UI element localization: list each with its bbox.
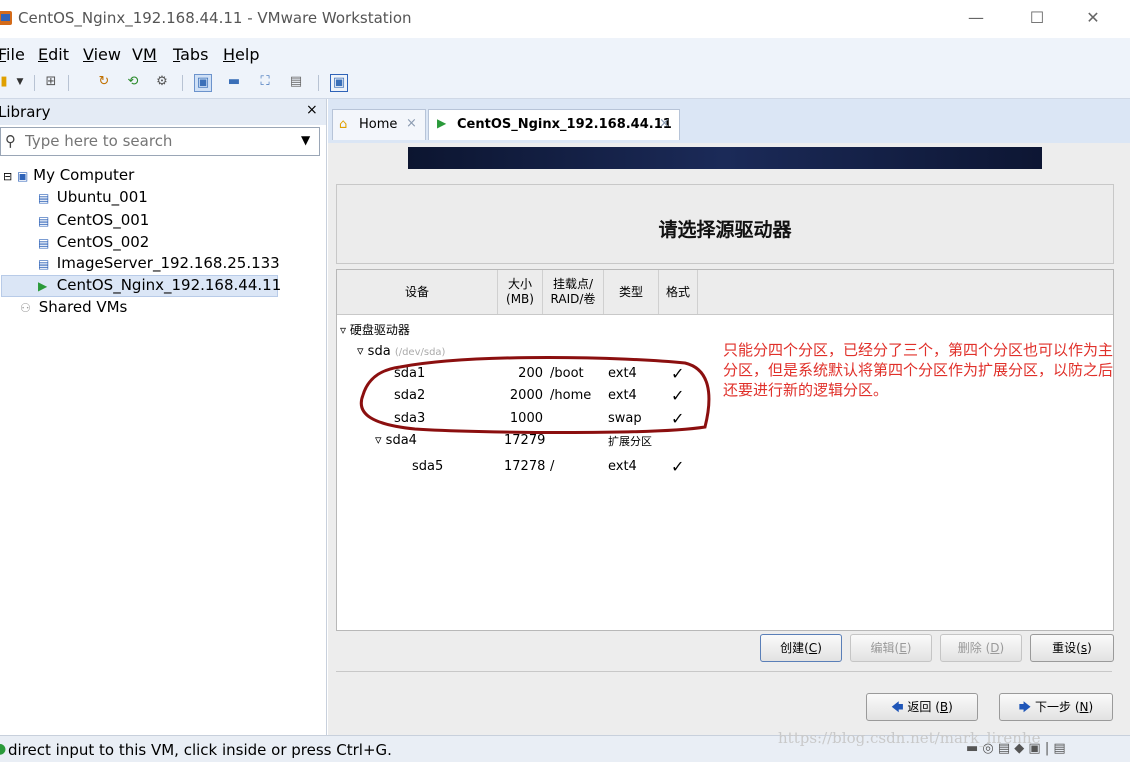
- search-input[interactable]: [25, 130, 285, 152]
- delete-button[interactable]: 删除 (D): [940, 634, 1022, 662]
- power-dropdown-icon[interactable]: ▼: [12, 74, 28, 90]
- tree-root-label: My Computer: [33, 166, 135, 184]
- table-header: 设备 大小 (MB) 挂载点/RAID/卷 类型 格式: [337, 270, 1113, 315]
- partition-table[interactable]: 设备 大小 (MB) 挂载点/RAID/卷 类型 格式 ▿ 硬盘驱动器 ▿ sda…: [336, 269, 1114, 631]
- tree-shared-vms[interactable]: ⚇ Shared VMs: [20, 298, 127, 316]
- vm-icon: ▤: [38, 214, 50, 228]
- partition-size: 17278: [504, 459, 546, 474]
- divider: [336, 671, 1112, 672]
- installer-banner: [408, 147, 1042, 169]
- search-icon: ⚲: [5, 132, 16, 150]
- tree-vm-item-selected[interactable]: ▶ CentOS_Nginx_192.168.44.11: [38, 276, 281, 294]
- column-format[interactable]: 格式: [659, 270, 698, 314]
- toolbar-separator: [182, 75, 183, 91]
- library-panel: Library × ⚲ ▼ ⊟ ▣ My Computer ▤ Ubuntu_0…: [0, 99, 327, 761]
- title-bar: CentOS_Nginx_192.168.44.11 - VMware Work…: [0, 0, 1130, 38]
- column-mount[interactable]: 挂载点/RAID/卷: [543, 270, 604, 314]
- tab-home[interactable]: ⌂ Home ×: [332, 109, 426, 140]
- show-library-icon[interactable]: ▣: [194, 74, 212, 92]
- create-button[interactable]: 创建(C): [760, 634, 842, 662]
- snapshot-icon[interactable]: ↻: [96, 74, 112, 90]
- menu-vm[interactable]: VM: [132, 45, 157, 64]
- menu-tabs[interactable]: Tabs: [173, 45, 208, 64]
- library-header: Library ×: [0, 99, 326, 125]
- unity-icon[interactable]: ▤: [288, 74, 304, 90]
- home-icon: ⌂: [339, 117, 348, 132]
- annotation-note: 只能分四个分区，已经分了三个，第四个分区也可以作为主分区，但是系统默认将第四个分…: [723, 341, 1114, 399]
- network-icon[interactable]: ⊞: [43, 74, 59, 90]
- vm-running-icon: ▶: [38, 279, 48, 293]
- partition-mount: /: [550, 459, 555, 474]
- tree-group-harddrives[interactable]: ▿ 硬盘驱动器: [340, 321, 410, 338]
- reset-button[interactable]: 重设(s): [1030, 634, 1114, 662]
- tree-vm-item[interactable]: ▤ ImageServer_192.168.25.133: [38, 254, 280, 272]
- maximize-button[interactable]: ☐: [1017, 4, 1057, 32]
- minimize-button[interactable]: —: [956, 4, 996, 32]
- vm-console[interactable]: 请选择源驱动器 设备 大小 (MB) 挂载点/RAID/卷 类型 格式 ▿ 硬盘驱…: [328, 143, 1130, 735]
- arrow-right-icon: 🡆: [1018, 700, 1032, 714]
- close-window-button[interactable]: ✕: [1073, 4, 1113, 32]
- column-size[interactable]: 大小 (MB): [498, 270, 543, 314]
- menu-edit[interactable]: Edit: [38, 45, 69, 64]
- menu-bar: File Edit View VM Tabs Help: [0, 38, 1130, 70]
- tab-strip: ⌂ Home × ▶ CentOS_Nginx_192.168.44.11 ×: [328, 99, 1130, 143]
- toolbar-separator: [34, 75, 35, 91]
- tree-my-computer[interactable]: ⊟ ▣ My Computer: [3, 166, 134, 184]
- full-screen-icon[interactable]: ⛶: [257, 74, 273, 90]
- tree-vm-item[interactable]: ▤ CentOS_002: [38, 233, 149, 251]
- partition-size: 17279: [504, 433, 546, 448]
- next-button[interactable]: 🡆 下一步 (N): [999, 693, 1113, 721]
- computer-icon: ▣: [17, 169, 29, 183]
- partition-type: 扩展分区: [608, 435, 652, 448]
- vmware-app-icon: [0, 11, 12, 25]
- edit-button[interactable]: 编辑(E): [850, 634, 932, 662]
- partition-device[interactable]: sda5: [412, 459, 443, 474]
- column-type[interactable]: 类型: [604, 270, 659, 314]
- page-title: 请选择源驱动器: [658, 219, 792, 241]
- arrow-left-icon: 🡄: [891, 700, 904, 714]
- revert-snapshot-icon[interactable]: ⟲: [125, 74, 141, 90]
- library-close-button[interactable]: ×: [306, 102, 318, 118]
- format-check-icon: ✓: [671, 457, 685, 476]
- partition-type: ext4: [608, 459, 637, 474]
- vm-icon: ▤: [38, 236, 50, 250]
- heading-panel: 请选择源驱动器: [336, 184, 1114, 264]
- vm-icon: ▤: [38, 257, 50, 271]
- tab-close-icon[interactable]: ×: [406, 116, 417, 131]
- library-search[interactable]: ⚲ ▼: [0, 127, 320, 156]
- column-device[interactable]: 设备: [337, 270, 498, 314]
- status-message: direct input to this VM, click inside or…: [8, 741, 392, 759]
- thumbnail-bar-icon[interactable]: ▬: [226, 74, 242, 90]
- info-icon: ●: [0, 741, 7, 757]
- collapse-icon[interactable]: ⊟: [3, 170, 12, 183]
- annotation-circle: [359, 356, 711, 434]
- menu-help[interactable]: Help: [223, 45, 259, 64]
- toolbar-separator: [318, 75, 319, 91]
- tab-vm-active[interactable]: ▶ CentOS_Nginx_192.168.44.11 ×: [428, 109, 680, 140]
- toolbar: ▮ ▼ ⊞ ↻ ⟲ ⚙ ▣ ▬ ⛶ ▤ ▣: [0, 70, 1130, 99]
- console-view-icon[interactable]: ▣: [330, 74, 348, 92]
- vm-running-icon: ▶: [437, 116, 447, 130]
- vm-icon: ▤: [38, 191, 50, 205]
- window-title: CentOS_Nginx_192.168.44.11 - VMware Work…: [18, 9, 412, 27]
- tab-close-icon[interactable]: ×: [659, 116, 670, 131]
- menu-file[interactable]: File: [0, 45, 25, 64]
- expand-triangle-icon[interactable]: ▿: [340, 323, 346, 337]
- snapshot-manager-icon[interactable]: ⚙: [154, 74, 170, 90]
- chevron-down-icon[interactable]: ▼: [301, 133, 310, 147]
- menu-view[interactable]: View: [83, 45, 121, 64]
- back-button[interactable]: 🡄 返回 (B): [866, 693, 978, 721]
- tree-vm-item[interactable]: ▤ CentOS_001: [38, 211, 149, 229]
- power-icon[interactable]: ▮: [0, 74, 12, 90]
- partition-row-extended[interactable]: ▿ sda4: [375, 433, 417, 448]
- toolbar-separator: [68, 75, 69, 91]
- watermark: https://blog.csdn.net/mark_lirenhe: [778, 729, 1041, 747]
- library-title: Library: [0, 103, 51, 121]
- expand-triangle-icon[interactable]: ▿: [375, 433, 382, 448]
- tree-vm-item[interactable]: ▤ Ubuntu_001: [38, 188, 148, 206]
- shared-vms-icon: ⚇: [20, 301, 31, 315]
